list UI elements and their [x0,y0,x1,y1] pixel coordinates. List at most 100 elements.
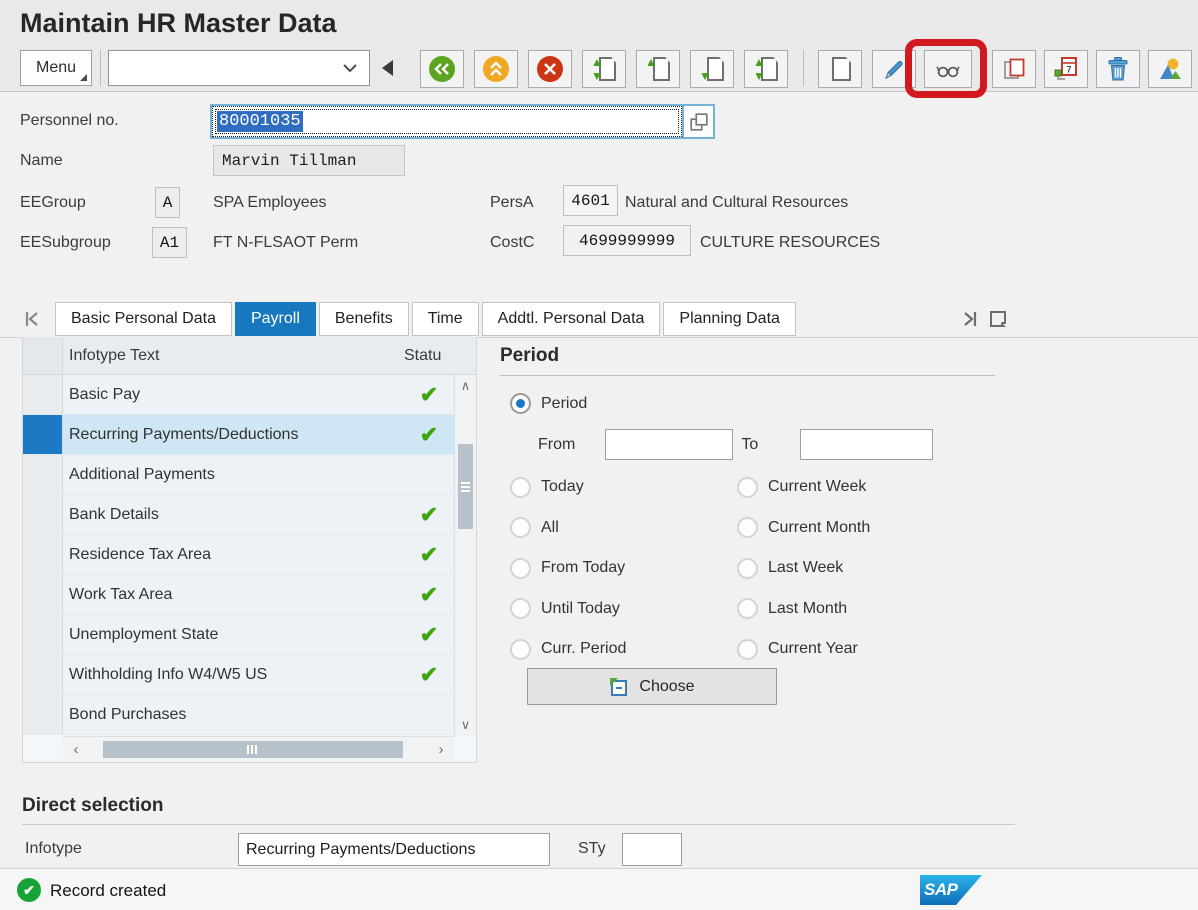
radio-circle[interactable] [510,558,531,579]
infotype-input[interactable] [238,833,550,866]
infotype-text: Work Tax Area [63,586,404,604]
page-up-button[interactable]: ▲ [636,50,680,88]
to-date-input[interactable] [800,429,933,460]
scroll-tabs-left-icon[interactable] [24,310,40,328]
overview-button[interactable] [1148,50,1192,88]
radio-period-circle[interactable] [510,393,531,414]
radio-circle[interactable] [737,477,758,498]
last-page-button[interactable]: ▲▼ [744,50,788,88]
create-button[interactable] [818,50,862,88]
horizontal-scroll-track[interactable] [89,737,428,762]
radio-circle[interactable] [510,598,531,619]
table-row-withholding-info-w4-w5-us[interactable]: Withholding Info W4/W5 US✔ [23,655,454,695]
exit-icon [483,56,509,82]
menu-button[interactable]: Menu [20,50,92,86]
radio-circle[interactable] [510,477,531,498]
table-row-basic-pay[interactable]: Basic Pay✔ [23,375,454,415]
tab-time[interactable]: Time [412,302,479,336]
menu-corner-triangle-icon [80,74,87,81]
tab-benefits[interactable]: Benefits [319,302,409,336]
overlapping-squares-icon [688,111,710,133]
possible-entries-button[interactable] [682,106,713,137]
row-selector[interactable] [23,415,63,454]
scroll-tabs-right-icon[interactable] [962,310,978,328]
cancel-button[interactable] [528,50,572,88]
from-date-input[interactable] [605,429,733,460]
tab-overview-icon[interactable] [988,309,1008,329]
infotype-text: Additional Payments [63,466,404,484]
collapse-toolbar-icon[interactable] [382,60,393,76]
row-selector[interactable] [23,375,63,414]
choose-button[interactable]: Choose [527,668,777,705]
infotype-text: Withholding Info W4/W5 US [63,666,404,684]
page-down-icon: ▼ [699,55,725,83]
sty-label: STy [578,840,606,858]
radio-label: Curr. Period [541,640,626,658]
radio-last-week[interactable]: Last Week [737,558,977,579]
back-button[interactable] [420,50,464,88]
exit-button[interactable] [474,50,518,88]
row-selector[interactable] [23,455,63,494]
row-selector[interactable] [23,615,63,654]
radio-curr-period[interactable]: Curr. Period [510,639,737,660]
radio-circle[interactable] [737,558,758,579]
table-row-bond-purchases[interactable]: Bond Purchases [23,695,454,735]
row-selector[interactable] [23,575,63,614]
scroll-down-icon[interactable]: ∨ [461,714,471,736]
command-field[interactable] [108,50,370,86]
sty-input[interactable] [622,833,682,866]
row-selector[interactable] [23,535,63,574]
vertical-scrollbar[interactable]: ∧ ∨ [454,375,476,736]
row-selector[interactable] [23,695,63,734]
radio-circle[interactable] [737,639,758,660]
delete-button[interactable] [1096,50,1140,88]
tab-basic-personal-data[interactable]: Basic Personal Data [55,302,232,336]
scroll-up-icon[interactable]: ∧ [461,375,471,397]
infotype-text: Basic Pay [63,386,404,404]
first-page-button[interactable]: ▲▼ [582,50,626,88]
radio-until-today[interactable]: Until Today [510,598,737,619]
command-input[interactable] [109,51,343,85]
radio-circle[interactable] [737,517,758,538]
tab-planning-data[interactable]: Planning Data [663,302,796,336]
copy-button[interactable] [992,50,1036,88]
radio-last-month[interactable]: Last Month [737,598,977,619]
tab-payroll[interactable]: Payroll [235,302,316,336]
chevron-down-icon[interactable] [343,64,369,73]
scroll-right-icon[interactable]: › [428,741,454,758]
page-down-button[interactable]: ▼ [690,50,734,88]
period-heading-rule [500,375,995,376]
radio-circle[interactable] [510,639,531,660]
infotype-text: Bond Purchases [63,706,404,724]
horizontal-scroll-thumb[interactable] [103,741,403,758]
delimit-button[interactable]: 7 [1044,50,1088,88]
table-row-residence-tax-area[interactable]: Residence Tax Area✔ [23,535,454,575]
scroll-left-icon[interactable]: ‹ [63,741,89,758]
table-row-recurring-payments-deductions[interactable]: Recurring Payments/Deductions✔ [23,415,454,455]
to-label: To [741,436,758,454]
row-selector[interactable] [23,655,63,694]
radio-circle[interactable] [510,517,531,538]
radio-all[interactable]: All [510,517,737,538]
table-row-work-tax-area[interactable]: Work Tax Area✔ [23,575,454,615]
horizontal-scrollbar[interactable]: ‹ › [63,736,454,762]
display-button[interactable] [924,50,972,88]
tab-addtl-personal-data[interactable]: Addtl. Personal Data [482,302,661,336]
table-row-bank-details[interactable]: Bank Details✔ [23,495,454,535]
radio-circle[interactable] [737,598,758,619]
table-row-unemployment-state[interactable]: Unemployment State✔ [23,615,454,655]
vertical-scroll-thumb[interactable] [458,444,473,529]
change-button[interactable] [872,50,916,88]
radio-current-year[interactable]: Current Year [737,639,977,660]
table-row-additional-payments[interactable]: Additional Payments [23,455,454,495]
radio-current-month[interactable]: Current Month [737,517,977,538]
radio-from-today[interactable]: From Today [510,558,737,579]
vertical-scroll-track[interactable] [455,397,476,714]
status-column-header: Statu [404,347,476,365]
row-selector[interactable] [23,495,63,534]
radio-today[interactable]: Today [510,477,737,498]
calendar-7-icon: 7 [1053,56,1079,82]
radio-current-week[interactable]: Current Week [737,477,977,498]
personnel-no-input[interactable]: 80001035 [212,106,682,137]
radio-period[interactable]: Period [510,393,587,414]
